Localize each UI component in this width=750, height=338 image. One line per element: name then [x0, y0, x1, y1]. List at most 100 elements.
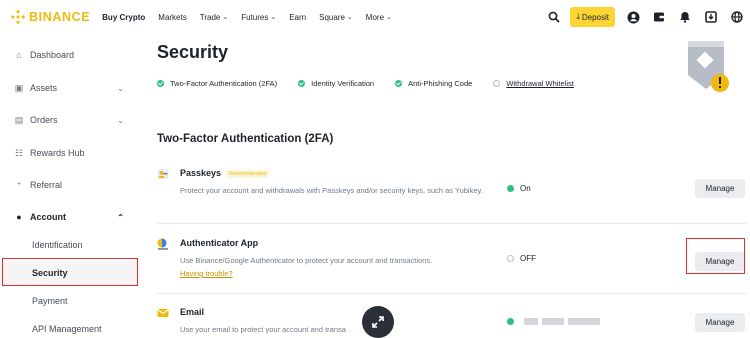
sidebar-item-account[interactable]: ● Account ⌃: [0, 206, 140, 228]
row-name: Authenticator App: [180, 238, 259, 248]
main-nav: Buy Crypto Markets Trade ⌄ Futures ⌄ Earn …: [102, 0, 405, 34]
check-label: Identity Verification: [311, 79, 375, 88]
binance-logo-icon: [10, 9, 26, 25]
chevron-down-icon: ⌄: [117, 115, 124, 125]
section-title-2fa: Two-Factor Authentication (2FA): [157, 133, 334, 145]
search-icon[interactable]: [547, 10, 561, 24]
having-trouble-link[interactable]: Having trouble?: [180, 269, 233, 278]
chevron-up-icon: ⌃: [117, 212, 124, 222]
sidebar-item-rewards-hub[interactable]: ☷ Rewards Hub: [0, 142, 140, 164]
sidebar-item-label: Referral: [30, 180, 63, 190]
check-withdrawal-whitelist[interactable]: Withdrawal Whitelist: [493, 79, 574, 88]
sidebar-subitem-payment[interactable]: Payment: [0, 289, 140, 313]
email-icon: [157, 307, 169, 319]
row-name: Email: [180, 307, 205, 317]
row-description: Protect your account and withdrawals wit…: [180, 186, 483, 195]
brand-name: BINANCE: [29, 10, 91, 24]
check-2fa: Two-Factor Authentication (2FA): [157, 79, 277, 88]
sidebar-item-label: Account: [30, 212, 66, 222]
header-actions: ⤓ Deposit: [541, 0, 750, 34]
main-content: Security Two-Factor Authentication (2FA)…: [140, 34, 750, 338]
check-identity: Identity Verification: [298, 79, 374, 88]
nav-buy-crypto[interactable]: Buy Crypto: [102, 13, 145, 22]
manage-authenticator-button[interactable]: Manage: [695, 252, 745, 271]
status-label: On: [520, 184, 531, 193]
wallet-icon[interactable]: [652, 10, 666, 24]
sidebar-subitem-label: Security: [32, 268, 68, 278]
check-anti-phishing: Anti-Phishing Code: [395, 79, 472, 88]
sidebar-item-assets[interactable]: ▣ Assets ⌄: [0, 77, 140, 99]
security-row-authenticator-app: Authenticator App Use Binance/Google Aut…: [157, 238, 747, 288]
status-off-icon: [507, 255, 514, 262]
chevron-down-icon: ⌄: [270, 14, 277, 21]
nav-markets[interactable]: Markets: [158, 13, 186, 22]
nav-label: Square: [319, 12, 345, 22]
sidebar-item-label: Rewards Hub: [30, 148, 85, 158]
download-icon[interactable]: [704, 10, 718, 24]
sidebar: ⌂ Dashboard ▣ Assets ⌄ ▤ Orders ⌄ ☷ Rewa…: [0, 34, 140, 338]
nav-earn[interactable]: Earn: [289, 13, 306, 22]
deposit-label: Deposit: [581, 12, 609, 22]
expand-icon: [372, 316, 384, 328]
sidebar-subitem-identification[interactable]: Identification: [0, 233, 140, 257]
status-on-icon: [507, 185, 514, 192]
redacted-email: [568, 318, 600, 325]
row-status: [507, 318, 600, 325]
nav-label: Trade: [199, 12, 221, 22]
binance-logo[interactable]: BINANCE: [10, 0, 91, 34]
recommended-badge: Recommended: [226, 169, 270, 178]
redacted-email: [524, 318, 538, 325]
row-status: On: [507, 184, 531, 193]
expand-button[interactable]: [362, 306, 394, 338]
sidebar-subitem-label: Identification: [32, 240, 83, 250]
row-divider: [157, 223, 747, 224]
security-row-email: Email Use your email to protect your acc…: [157, 307, 747, 338]
sidebar-subitem-security[interactable]: Security: [0, 261, 140, 285]
sidebar-item-orders[interactable]: ▤ Orders ⌄: [0, 109, 140, 131]
sidebar-item-referral[interactable]: ⁺ Referral: [0, 174, 140, 196]
sidebar-subitem-label: API Management: [32, 324, 102, 334]
sidebar-item-label: Dashboard: [30, 50, 75, 60]
nav-label: Markets: [158, 12, 187, 22]
globe-icon[interactable]: [730, 10, 744, 24]
nav-futures[interactable]: Futures ⌄: [241, 13, 276, 22]
nav-label: Buy Crypto: [102, 12, 146, 22]
referral-icon: ⁺: [16, 179, 22, 190]
sidebar-item-label: Orders: [30, 115, 58, 125]
status-on-icon: [507, 318, 514, 325]
check-circle-icon: [395, 80, 403, 87]
security-shield-icon: [680, 39, 732, 95]
sidebar-subitem-api-management[interactable]: API Management: [0, 317, 140, 338]
sidebar-subitem-label: Payment: [32, 296, 68, 306]
chevron-down-icon: ⌄: [222, 14, 229, 21]
passkey-icon: [157, 168, 169, 180]
chevron-down-icon: ⌄: [117, 83, 124, 93]
authenticator-icon: [157, 238, 169, 250]
manage-email-button[interactable]: Manage: [695, 313, 745, 332]
nav-trade[interactable]: Trade ⌄: [200, 13, 228, 22]
row-description: Use Binance/Google Authenticator to prot…: [180, 256, 433, 265]
nav-square[interactable]: Square ⌄: [319, 13, 353, 22]
sidebar-item-label: Assets: [30, 83, 58, 93]
security-checklist: Two-Factor Authentication (2FA) Identity…: [157, 79, 595, 88]
security-row-passkeys: Passkeys Recommended Protect your account…: [157, 168, 747, 218]
sidebar-item-dashboard[interactable]: ⌂ Dashboard: [0, 44, 140, 66]
row-divider: [157, 293, 747, 294]
row-description: Use your email to protect your account a…: [180, 325, 346, 334]
check-label: Anti-Phishing Code: [408, 79, 473, 88]
check-circle-icon: [298, 80, 306, 87]
profile-icon[interactable]: [626, 10, 640, 24]
notification-icon[interactable]: [678, 10, 692, 24]
check-circle-icon: [157, 80, 164, 87]
deposit-button[interactable]: ⤓ Deposit: [570, 7, 615, 27]
empty-circle-icon: [493, 80, 501, 87]
nav-more[interactable]: More ⌄: [366, 13, 392, 22]
account-icon: ●: [16, 212, 22, 222]
row-name: Passkeys: [180, 168, 222, 178]
orders-icon: ▤: [14, 114, 24, 125]
page-title: Security: [157, 42, 229, 62]
download-arrow-icon: ⤓: [576, 12, 580, 21]
rewards-icon: ☷: [14, 147, 24, 158]
status-label: OFF: [520, 254, 536, 263]
manage-passkeys-button[interactable]: Manage: [695, 179, 745, 198]
